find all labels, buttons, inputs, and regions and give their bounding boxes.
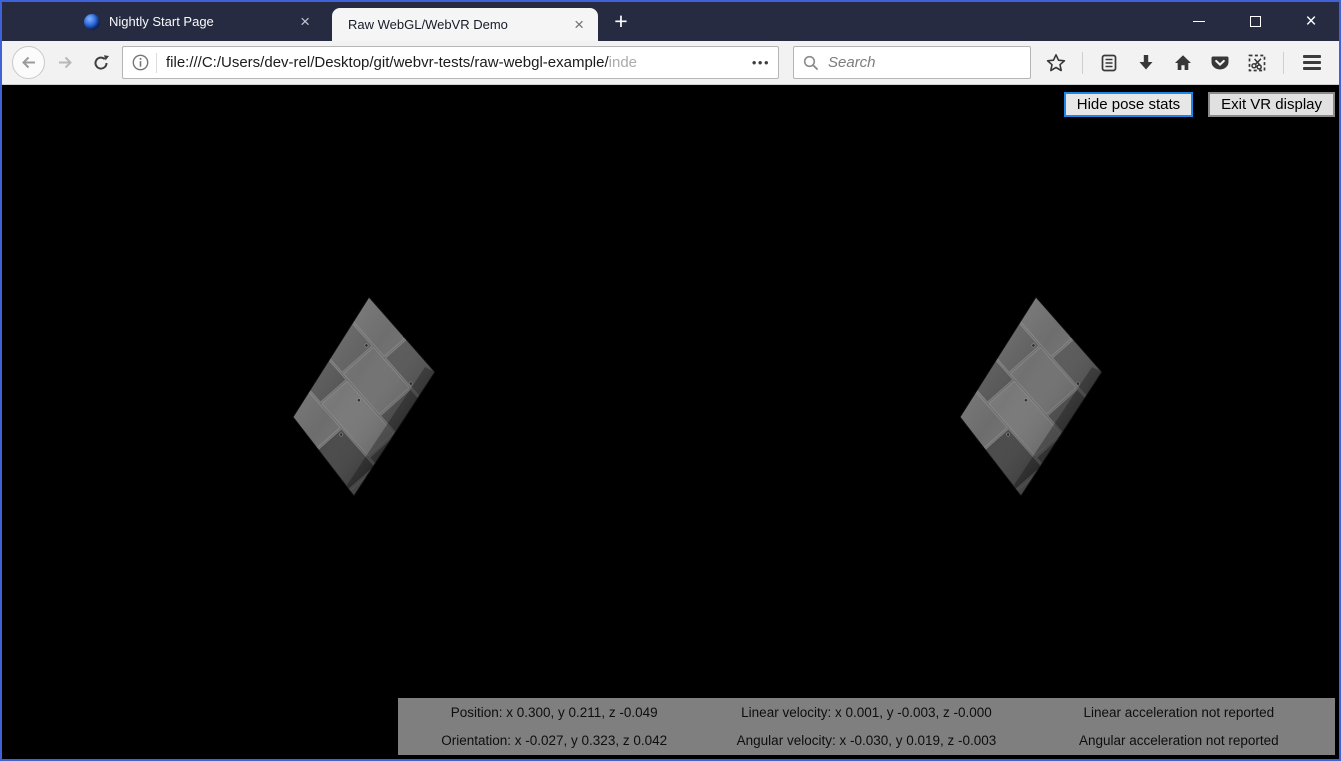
exit-vr-display-button[interactable]: Exit VR display (1208, 92, 1335, 117)
linear-acceleration-stat: Linear acceleration not reported (1023, 705, 1335, 720)
webvr-page-content: Hide pose stats Exit VR display Position… (2, 85, 1339, 759)
window-controls: × (1171, 2, 1339, 41)
linear-velocity-stat: Linear velocity: x 0.001, y -0.003, z -0… (710, 705, 1022, 720)
url-bar[interactable]: file:///C:/Users/dev-rel/Desktop/git/web… (122, 46, 779, 79)
tab-bar: Nightly Start Page × Raw WebGL/WebVR Dem… (2, 2, 1339, 41)
urlbar-divider (156, 53, 157, 73)
search-icon (803, 55, 819, 71)
tab-close-icon[interactable]: × (296, 11, 314, 32)
downloads-button[interactable] (1135, 52, 1157, 74)
info-icon[interactable] (132, 54, 149, 71)
right-eye-cube (857, 199, 1226, 567)
reload-icon (92, 54, 110, 72)
webgl-canvas (2, 85, 1339, 759)
minimize-button[interactable] (1171, 2, 1227, 41)
search-input[interactable] (826, 53, 1024, 72)
library-icon (1099, 53, 1119, 73)
close-icon: × (1305, 12, 1316, 31)
angular-velocity-stat: Angular velocity: x -0.030, y 0.019, z -… (710, 733, 1022, 748)
screenshot-button[interactable] (1246, 52, 1268, 74)
navigation-toolbar: file:///C:/Users/dev-rel/Desktop/git/web… (2, 41, 1339, 85)
vr-control-buttons: Hide pose stats Exit VR display (1064, 92, 1335, 117)
back-icon (20, 54, 37, 71)
home-icon (1173, 53, 1193, 73)
tab-raw-webgl-webvr-demo[interactable]: Raw WebGL/WebVR Demo × (332, 8, 598, 41)
forward-button[interactable] (50, 48, 80, 78)
back-button[interactable] (12, 46, 45, 79)
toolbar-icons (1045, 52, 1325, 74)
tab-nightly-start-page[interactable]: Nightly Start Page × (72, 2, 324, 41)
orientation-stat: Orientation: x -0.027, y 0.323, z 0.042 (398, 733, 710, 748)
tab-title: Raw WebGL/WebVR Demo (348, 17, 570, 32)
bookmark-star-icon (1046, 53, 1066, 73)
menu-button[interactable] (1299, 55, 1325, 70)
menu-icon (1303, 55, 1321, 58)
titlebar-drag-space (2, 2, 72, 41)
tab-close-icon[interactable]: × (570, 14, 588, 35)
library-button[interactable] (1098, 52, 1120, 74)
bookmark-button[interactable] (1045, 52, 1067, 74)
pocket-button[interactable] (1209, 52, 1231, 74)
url-text: file:///C:/Users/dev-rel/Desktop/git/web… (166, 54, 744, 71)
toolbar-separator (1082, 52, 1083, 74)
nightly-globe-favicon (84, 14, 100, 30)
pose-stats-bar: Position: x 0.300, y 0.211, z -0.049 Lin… (398, 698, 1335, 755)
new-tab-button[interactable]: + (604, 5, 638, 39)
download-icon (1136, 53, 1156, 73)
search-bar[interactable] (793, 46, 1031, 79)
toolbar-separator (1283, 52, 1284, 74)
tab-title: Nightly Start Page (109, 14, 296, 29)
browser-window: Nightly Start Page × Raw WebGL/WebVR Dem… (0, 0, 1341, 761)
left-eye-cube (190, 199, 559, 567)
screenshot-icon (1247, 53, 1267, 73)
close-window-button[interactable]: × (1283, 2, 1339, 41)
reload-button[interactable] (86, 48, 116, 78)
maximize-button[interactable] (1227, 2, 1283, 41)
maximize-icon (1250, 16, 1261, 27)
page-actions-icon[interactable]: ••• (744, 55, 770, 70)
position-stat: Position: x 0.300, y 0.211, z -0.049 (398, 705, 710, 720)
minimize-icon (1193, 21, 1205, 22)
home-button[interactable] (1172, 52, 1194, 74)
angular-acceleration-stat: Angular acceleration not reported (1023, 733, 1335, 748)
hide-pose-stats-button[interactable]: Hide pose stats (1064, 92, 1193, 117)
forward-icon (57, 54, 74, 71)
pocket-icon (1210, 53, 1230, 73)
